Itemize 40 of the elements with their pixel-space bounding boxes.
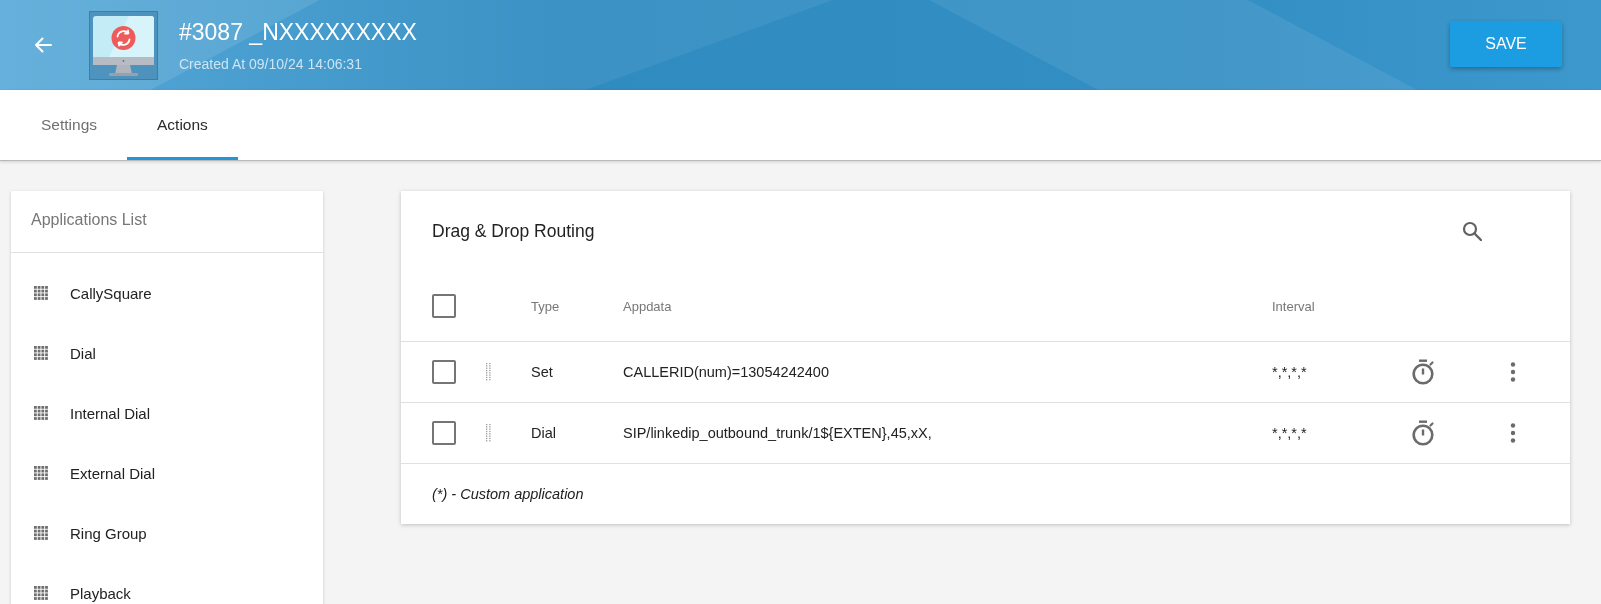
footnote: (*) - Custom application <box>432 486 584 502</box>
row-checkbox[interactable] <box>432 421 456 445</box>
stopwatch-icon[interactable] <box>1411 359 1435 385</box>
back-arrow-icon[interactable] <box>34 37 52 53</box>
grid-icon <box>34 346 48 360</box>
tab[interactable]: Settings <box>11 90 127 160</box>
created-date: Created At 09/10/24 14:06:31 <box>179 54 363 73</box>
column-header: Type <box>531 298 560 314</box>
grid-icon <box>34 586 48 600</box>
application-item[interactable]: CallySquare <box>11 263 323 323</box>
stopwatch-icon[interactable] <box>1411 420 1435 446</box>
tab[interactable]: Actions <box>127 90 238 160</box>
select-all-checkbox[interactable] <box>432 294 456 318</box>
more-options-icon[interactable] <box>1510 423 1516 443</box>
monitor-icon <box>89 10 158 80</box>
record-title: #3087 _NXXXXXXXXX <box>179 17 418 46</box>
panel-title: Applications List <box>11 191 323 253</box>
type-cell: Dial <box>531 425 556 441</box>
more-options-icon[interactable] <box>1510 362 1516 382</box>
grid-icon <box>34 466 48 480</box>
row-checkbox[interactable] <box>432 360 456 384</box>
grid-icon <box>34 526 48 540</box>
grid-icon <box>34 286 48 300</box>
application-item[interactable]: Internal Dial <box>11 383 323 443</box>
interval-cell: *,*,*,* <box>1272 425 1307 441</box>
application-item[interactable]: Dial <box>11 323 323 383</box>
card-title: Drag & Drop Routing <box>432 220 595 242</box>
interval-cell: *,*,*,* <box>1272 364 1307 380</box>
application-item[interactable]: External Dial <box>11 443 323 503</box>
appdata-cell: CALLERID(num)=13054242400 <box>623 364 829 380</box>
grid-icon <box>34 406 48 420</box>
drag-handle-icon[interactable] <box>486 363 491 381</box>
column-header: Interval <box>1272 298 1315 314</box>
drag-handle-icon[interactable] <box>486 424 491 442</box>
application-item[interactable]: Ring Group <box>11 503 323 563</box>
column-header: Appdata <box>623 298 672 314</box>
application-item[interactable]: Playback <box>11 563 323 604</box>
search-icon[interactable] <box>1462 221 1482 241</box>
appdata-cell: SIP/linkedip_outbound_trunk/1${EXTEN},45,xX, <box>623 425 932 441</box>
type-cell: Set <box>531 364 553 380</box>
